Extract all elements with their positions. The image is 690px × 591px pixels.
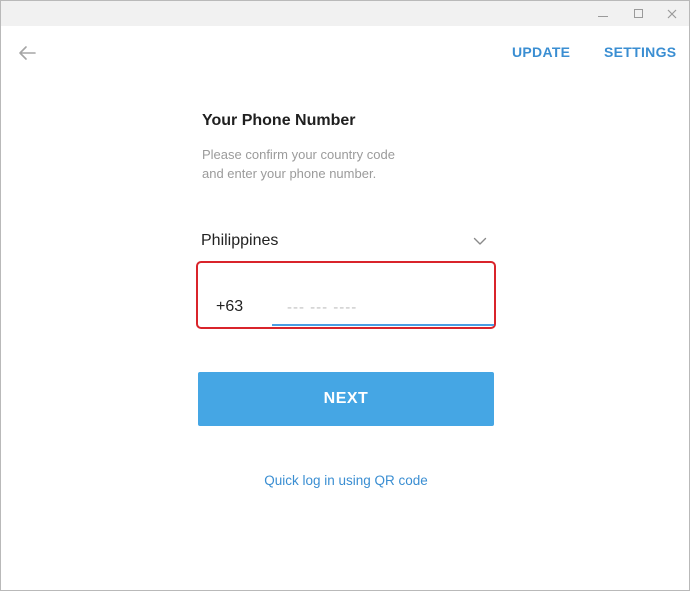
country-name: Philippines (201, 232, 279, 249)
instructions-text: Please confirm your country code and ent… (202, 145, 442, 183)
title-bar (1, 1, 689, 26)
maximize-button[interactable] (621, 1, 655, 26)
next-button[interactable]: NEXT (198, 372, 494, 426)
country-code: +63 (216, 298, 244, 315)
instructions-line: Please confirm your country code (202, 147, 395, 162)
close-icon (667, 9, 677, 18)
phone-number-input[interactable] (272, 290, 494, 326)
maximize-icon (633, 9, 643, 18)
update-button[interactable]: UPDATE (512, 44, 570, 60)
minimize-button[interactable] (586, 1, 620, 26)
country-select[interactable]: Philippines (201, 227, 491, 257)
settings-button[interactable]: SETTINGS (604, 44, 676, 60)
minimize-icon (598, 16, 608, 17)
chevron-down-icon (473, 237, 487, 245)
back-button[interactable] (15, 41, 39, 65)
app-window: UPDATE SETTINGS Your Phone Number Please… (0, 0, 690, 591)
instructions-line: and enter your phone number. (202, 166, 377, 181)
page-title: Your Phone Number (202, 112, 356, 129)
arrow-left-icon (19, 46, 36, 60)
qr-login-link[interactable]: Quick log in using QR code (198, 473, 494, 488)
close-button[interactable] (655, 1, 689, 26)
